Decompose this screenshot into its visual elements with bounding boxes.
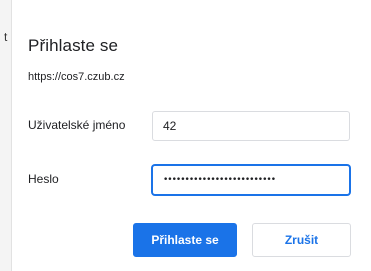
dialog-title: Přihlaste se bbox=[28, 36, 119, 55]
screenshot-stage: t Přihlaste se https://cos7.czub.cz Uživ… bbox=[0, 0, 371, 271]
sign-in-button[interactable]: Přihlaste se bbox=[133, 223, 237, 257]
background-text-fragment: t bbox=[4, 30, 8, 44]
cancel-button[interactable]: Zrušit bbox=[252, 223, 351, 257]
site-url: https://cos7.czub.cz bbox=[28, 71, 125, 83]
background-window-edge: t bbox=[0, 0, 12, 271]
password-label: Heslo bbox=[28, 172, 59, 186]
username-label: Uživatelské jméno bbox=[28, 118, 126, 132]
sign-in-dialog: Přihlaste se https://cos7.czub.cz Uživat… bbox=[12, 0, 371, 271]
password-input[interactable] bbox=[152, 165, 350, 195]
username-input[interactable] bbox=[152, 111, 350, 141]
